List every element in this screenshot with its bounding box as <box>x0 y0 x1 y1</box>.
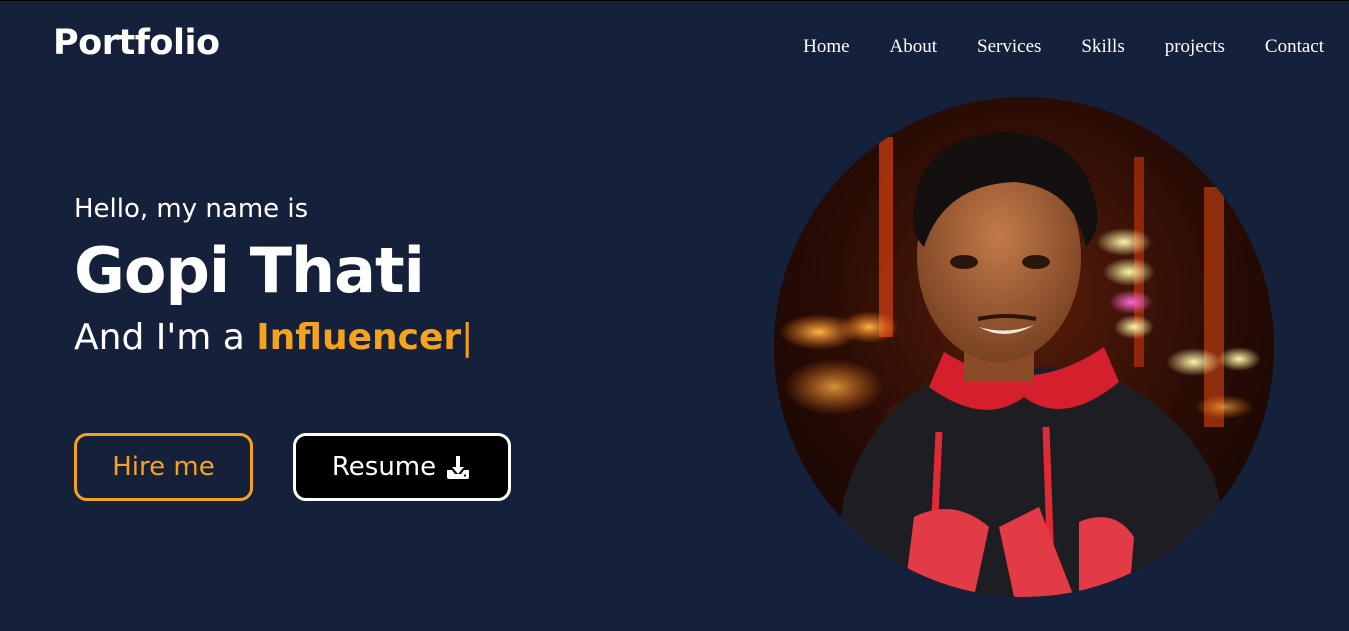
profile-photo-art <box>774 97 1274 597</box>
typing-cursor: | <box>461 317 474 358</box>
hero-text: Hello, my name is Gopi Thati And I'm a I… <box>74 193 473 361</box>
nav-services[interactable]: Services <box>977 36 1041 58</box>
nav-projects[interactable]: projects <box>1165 36 1225 58</box>
hero-name: Gopi Thati <box>74 234 425 307</box>
hero-tagline: And I'm a Influencer| <box>74 315 473 361</box>
tagline-prefix: And I'm a <box>74 317 257 358</box>
portfolio-page: Portfolio Home About Services Skills pro… <box>0 0 1349 631</box>
typed-role: Influencer <box>256 317 462 358</box>
nav-skills[interactable]: Skills <box>1081 36 1124 58</box>
resume-button[interactable]: Resume <box>293 433 511 501</box>
nav-contact[interactable]: Contact <box>1265 36 1324 58</box>
main-nav: Home About Services Skills projects Cont… <box>803 36 1324 58</box>
nav-about[interactable]: About <box>890 36 938 58</box>
profile-photo <box>774 97 1274 597</box>
site-logo[interactable]: Portfolio <box>53 23 220 63</box>
resume-label: Resume <box>331 452 437 482</box>
hire-me-button[interactable]: Hire me <box>74 433 253 501</box>
nav-home[interactable]: Home <box>803 36 849 58</box>
download-icon <box>447 456 470 479</box>
hero-greeting: Hello, my name is <box>74 194 309 224</box>
hire-me-label: Hire me <box>112 452 215 482</box>
